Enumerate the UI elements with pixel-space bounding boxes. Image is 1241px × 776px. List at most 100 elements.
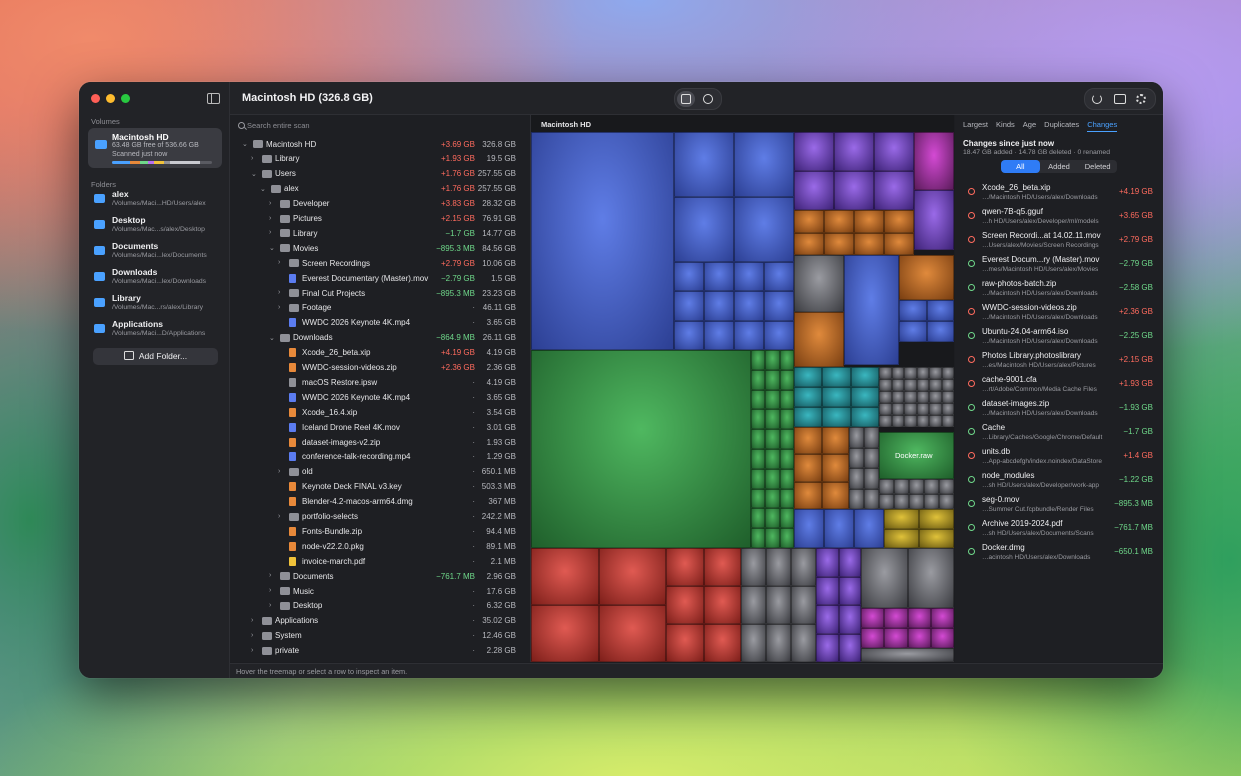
treemap-tile[interactable] xyxy=(751,449,766,469)
treemap-tile[interactable] xyxy=(794,481,822,509)
treemap-tile[interactable] xyxy=(884,628,908,648)
change-row[interactable]: Cache …Library/Caches/Google/Chrome/Defau… xyxy=(955,421,1163,445)
treemap-tile[interactable] xyxy=(924,479,939,494)
sidebar-folder-downloads[interactable]: Downloads/Volumes/Maci...lex/Downloads xyxy=(88,266,222,290)
treemap-tile[interactable] xyxy=(894,494,909,509)
treemap-tile[interactable] xyxy=(794,210,824,233)
treemap-tile[interactable] xyxy=(791,586,816,624)
minimize-window-button[interactable] xyxy=(106,94,115,103)
treemap-tile[interactable] xyxy=(941,403,954,415)
treemap-tile[interactable] xyxy=(919,528,954,548)
treemap-tile[interactable] xyxy=(864,427,879,448)
change-row[interactable]: Everest Docum...ry (Master).mov …mes/Maci… xyxy=(955,253,1163,277)
tree-row[interactable]: › Pictures +2.15 GB 76.91 GB xyxy=(230,212,530,227)
treemap-tile[interactable] xyxy=(531,548,599,605)
chevron-right-icon[interactable]: › xyxy=(251,632,253,639)
treemap-tile[interactable] xyxy=(929,415,942,427)
treemap-tile[interactable] xyxy=(838,576,861,605)
treemap-tile[interactable] xyxy=(874,171,914,210)
tree-row[interactable]: › Library +1.93 GB 19.5 GB xyxy=(230,152,530,167)
treemap-tile[interactable] xyxy=(929,379,942,391)
treemap-tile[interactable] xyxy=(891,367,904,379)
treemap-tile[interactable] xyxy=(916,415,929,427)
treemap-tile[interactable] xyxy=(765,429,780,449)
treemap-tile[interactable] xyxy=(834,171,874,210)
chevron-right-icon[interactable]: › xyxy=(269,229,271,236)
treemap-tile[interactable] xyxy=(849,468,864,489)
treemap-tile[interactable] xyxy=(824,232,854,255)
treemap-tile[interactable] xyxy=(703,548,741,586)
change-row[interactable]: qwen-7B-q5.gguf …h HD/Users/alex/Develope… xyxy=(955,205,1163,229)
treemap-tile[interactable] xyxy=(674,262,704,292)
treemap-tile[interactable] xyxy=(598,605,666,662)
treemap-tile[interactable] xyxy=(909,494,924,509)
change-row[interactable]: Docker.dmg …acintosh HD/Users/alex/Downlo… xyxy=(955,541,1163,565)
tree-row[interactable]: › Desktop · 6.32 GB xyxy=(230,599,530,614)
tab-largest[interactable]: Largest xyxy=(963,120,988,132)
tree-row[interactable]: WWDC-session-videos.zip +2.36 GB 2.36 GB xyxy=(230,361,530,376)
change-row[interactable]: Archive 2019-2024.pdf …sh HD/Users/alex/D… xyxy=(955,517,1163,541)
treemap-tile[interactable] xyxy=(765,409,780,430)
treemap-tile[interactable] xyxy=(751,508,766,529)
treemap-tile[interactable] xyxy=(779,528,794,548)
settings-button[interactable] xyxy=(1132,91,1150,107)
treemap-tile[interactable] xyxy=(861,648,954,662)
treemap-tile[interactable] xyxy=(884,608,908,628)
treemap-tile[interactable] xyxy=(838,548,861,577)
treemap-tile[interactable] xyxy=(821,454,849,482)
chevron-right-icon[interactable]: › xyxy=(251,617,253,624)
treemap-tile[interactable] xyxy=(907,608,931,628)
tree-row[interactable]: node-v22.2.0.pkg · 89.1 MB xyxy=(230,539,530,554)
chevron-down-icon[interactable]: ⌄ xyxy=(269,244,275,252)
sidebar-folder-applications[interactable]: Applications/Volumes/Maci...D/Applicatio… xyxy=(88,318,222,342)
change-row[interactable]: node_modules …sh HD/Users/alex/Developer/… xyxy=(955,469,1163,493)
treemap-tile[interactable] xyxy=(899,321,927,342)
tree-row[interactable]: WWDC 2026 Keynote 4K.mp4 · 3.65 GB xyxy=(230,390,530,405)
treemap-tile[interactable] xyxy=(531,350,751,548)
treemap-tile[interactable] xyxy=(849,427,864,448)
tree-row[interactable]: › Documents −761.7 MB 2.96 GB xyxy=(230,569,530,584)
change-row[interactable]: Screen Recordi...at 14.02.11.mov …Users/a… xyxy=(955,229,1163,253)
tree-row[interactable]: Everest Documentary (Master).mov −2.79 GB… xyxy=(230,271,530,286)
treemap-tile[interactable] xyxy=(861,608,885,628)
filter-deleted[interactable]: Deleted xyxy=(1078,160,1117,173)
treemap-tile[interactable] xyxy=(916,367,929,379)
treemap-tile[interactable] xyxy=(764,262,794,292)
treemap-tile[interactable] xyxy=(874,132,914,171)
treemap-tile[interactable] xyxy=(907,548,954,608)
treemap-tile[interactable] xyxy=(751,409,766,430)
treemap-tile[interactable] xyxy=(794,454,822,482)
treemap-tile[interactable] xyxy=(751,528,766,548)
treemap-tile[interactable] xyxy=(765,389,780,410)
treemap[interactable]: Docker.raw xyxy=(531,132,954,662)
treemap-tile[interactable] xyxy=(939,494,954,509)
sidebar-folder-desktop[interactable]: Desktop/Volumes/Mac...s/alex/Desktop xyxy=(88,214,222,238)
tree-row[interactable]: macOS Restore.ipsw · 4.19 GB xyxy=(230,375,530,390)
treemap-tile[interactable] xyxy=(929,391,942,403)
treemap-tile[interactable] xyxy=(904,391,917,403)
treemap-tile[interactable] xyxy=(821,427,849,455)
tree-row[interactable]: ⌄ Downloads −864.9 MB 26.11 GB xyxy=(230,331,530,346)
add-folder-button[interactable]: Add Folder... xyxy=(93,348,218,365)
tree-row[interactable]: ⌄ Users +1.76 GB 257.55 GB xyxy=(230,167,530,182)
filter-all[interactable]: All xyxy=(1001,160,1040,173)
treemap-tile[interactable] xyxy=(929,403,942,415)
treemap-tile[interactable] xyxy=(854,232,884,255)
treemap-tile[interactable] xyxy=(666,624,704,662)
treemap-tile[interactable] xyxy=(939,479,954,494)
treemap-tile[interactable] xyxy=(929,367,942,379)
sidebar-folder-library[interactable]: Library/Volumes/Mac...rs/alex/Library xyxy=(88,292,222,316)
tree-row[interactable]: Blender-4.2-macos-arm64.dmg · 367 MB xyxy=(230,495,530,510)
treemap-tile[interactable] xyxy=(764,320,794,350)
treemap-tile[interactable] xyxy=(909,479,924,494)
treemap-tile[interactable] xyxy=(916,379,929,391)
treemap-tile[interactable] xyxy=(765,468,780,489)
tree-row[interactable]: › private · 2.28 GB xyxy=(230,644,530,659)
chevron-right-icon[interactable]: › xyxy=(269,200,271,207)
treemap-tile[interactable] xyxy=(794,171,834,210)
treemap-tile[interactable] xyxy=(751,369,766,390)
treemap-tile[interactable] xyxy=(899,255,954,300)
tree-row[interactable]: › portfolio-selects · 242.2 MB xyxy=(230,510,530,525)
treemap-tile[interactable] xyxy=(734,262,764,292)
change-row[interactable]: units.db …App-abcdefgh/index.noindex/Data… xyxy=(955,445,1163,469)
